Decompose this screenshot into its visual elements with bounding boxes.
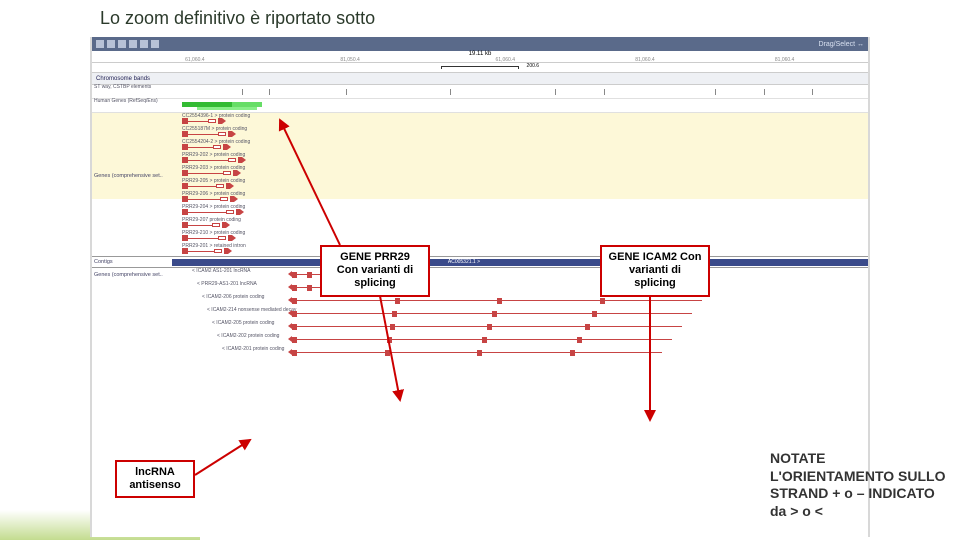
- constrained-label: ST way, CSTBP elements: [94, 85, 164, 91]
- human-genes-track: Human Genes (RefSeq/Ens): [92, 99, 868, 113]
- gene-row-rev[interactable]: < ICAM2-202 protein coding: [92, 333, 868, 346]
- contig-seq: AC005321.1 >: [448, 259, 480, 265]
- gene-row-fwd[interactable]: PRR29-205 > protein coding: [92, 178, 868, 191]
- toolbar[interactable]: Drag/Select ↔: [92, 37, 868, 51]
- scale-text: 200.6: [527, 63, 540, 69]
- gene-row-fwd[interactable]: PRR29-203 > protein coding: [92, 165, 868, 178]
- gene-row-fwd[interactable]: PRR29-204 > protein coding: [92, 204, 868, 217]
- page-title: Lo zoom definitivo è riportato sotto: [0, 0, 960, 37]
- css-bar: [197, 107, 257, 110]
- drag-select-label[interactable]: Drag/Select ↔: [818, 41, 864, 48]
- constrained-track: ST way, CSTBP elements: [92, 85, 868, 99]
- gene-row-rev[interactable]: < ICAM2-201 protein coding: [92, 346, 868, 359]
- gene-row-rev[interactable]: < ICAM2-214 nonsense mediated decay: [92, 307, 868, 320]
- contig-fill: [172, 259, 868, 266]
- chromosome-bands: Chromosome bands: [92, 73, 868, 85]
- region-bar: 19.11 kb 61,060.4 81,050.4 61,060.4 81,0…: [92, 51, 868, 63]
- gene-label: CC255187M > protein coding: [182, 127, 247, 132]
- gene-row-fwd[interactable]: PRR29-202 > protein coding: [92, 152, 868, 165]
- gene-label: < ICAM2-206 protein coding: [202, 295, 264, 300]
- gene-row-fwd[interactable]: PRR29-201 > retained intron: [92, 243, 868, 256]
- contigs-label: Contigs: [94, 259, 113, 265]
- human-genes-label: Human Genes (RefSeq/Ens): [94, 99, 164, 105]
- gene-row-fwd[interactable]: PRR29-207 protein coding: [92, 217, 868, 230]
- gene-row-fwd[interactable]: CC2554204-2 > protein coding: [92, 139, 868, 152]
- orientation-note: NOTATE L'ORIENTAMENTO SULLO STRAND + o –…: [770, 450, 950, 520]
- callout-prr29: GENE PRR29 Con varianti di splicing: [320, 245, 430, 297]
- gene-row-fwd[interactable]: PRR29-206 > protein coding: [92, 191, 868, 204]
- gene-row-fwd[interactable]: CC255187M > protein coding: [92, 126, 868, 139]
- gene-label: CC2554396-1 > protein coding: [182, 114, 250, 119]
- callout-lncrna: lncRNA antisenso: [115, 460, 195, 498]
- share-icon[interactable]: [118, 40, 126, 48]
- genes-rev-track: Genes (comprehensive set.. < ICAM2 AS1-2…: [92, 268, 868, 359]
- location-icon[interactable]: [151, 40, 159, 48]
- image-icon[interactable]: [107, 40, 115, 48]
- scale-line: [441, 66, 519, 69]
- gene-row-rev[interactable]: < ICAM2 AS1-201 lncRNA: [92, 268, 868, 281]
- chromo-label: Chromosome bands: [96, 76, 150, 82]
- gene-row-fwd[interactable]: CC2554396-1 > protein coding: [92, 113, 868, 126]
- scale-bar: 200.6: [92, 63, 868, 73]
- marker-icon[interactable]: [140, 40, 148, 48]
- gene-label: < ICAM2 AS1-201 lncRNA: [192, 269, 251, 274]
- toolbar-icons: [96, 40, 159, 48]
- contig-track: Contigs AC005321.1 >: [92, 256, 868, 268]
- genes-fwd-track: Genes (comprehensive set.. CC2554396-1 >…: [92, 113, 868, 256]
- gene-row-rev[interactable]: < PRR29-AS1-201 lncRNA: [92, 281, 868, 294]
- region-size: 19.11 kb: [469, 51, 492, 57]
- gene-row-rev[interactable]: < ICAM2-205 protein coding: [92, 320, 868, 333]
- gene-label: < ICAM2-202 protein coding: [217, 334, 279, 339]
- resize-icon[interactable]: [129, 40, 137, 48]
- gear-icon[interactable]: [96, 40, 104, 48]
- genome-browser: Drag/Select ↔ 19.11 kb 61,060.4 81,050.4…: [90, 37, 870, 537]
- gene-row-fwd[interactable]: PRR29-210 > protein coding: [92, 230, 868, 243]
- gene-row-rev[interactable]: < ICAM2-206 protein coding: [92, 294, 868, 307]
- gene-label: < ICAM2-214 nonsense mediated decay: [207, 308, 296, 313]
- gene-label: < PRR29-AS1-201 lncRNA: [197, 282, 257, 287]
- gene-label: PRR29-205 > protein coding: [182, 179, 245, 184]
- gene-label: < ICAM2-201 protein coding: [222, 347, 284, 352]
- callout-icam2: GENE ICAM2 Con varianti di splicing: [600, 245, 710, 297]
- gene-label: < ICAM2-205 protein coding: [212, 321, 274, 326]
